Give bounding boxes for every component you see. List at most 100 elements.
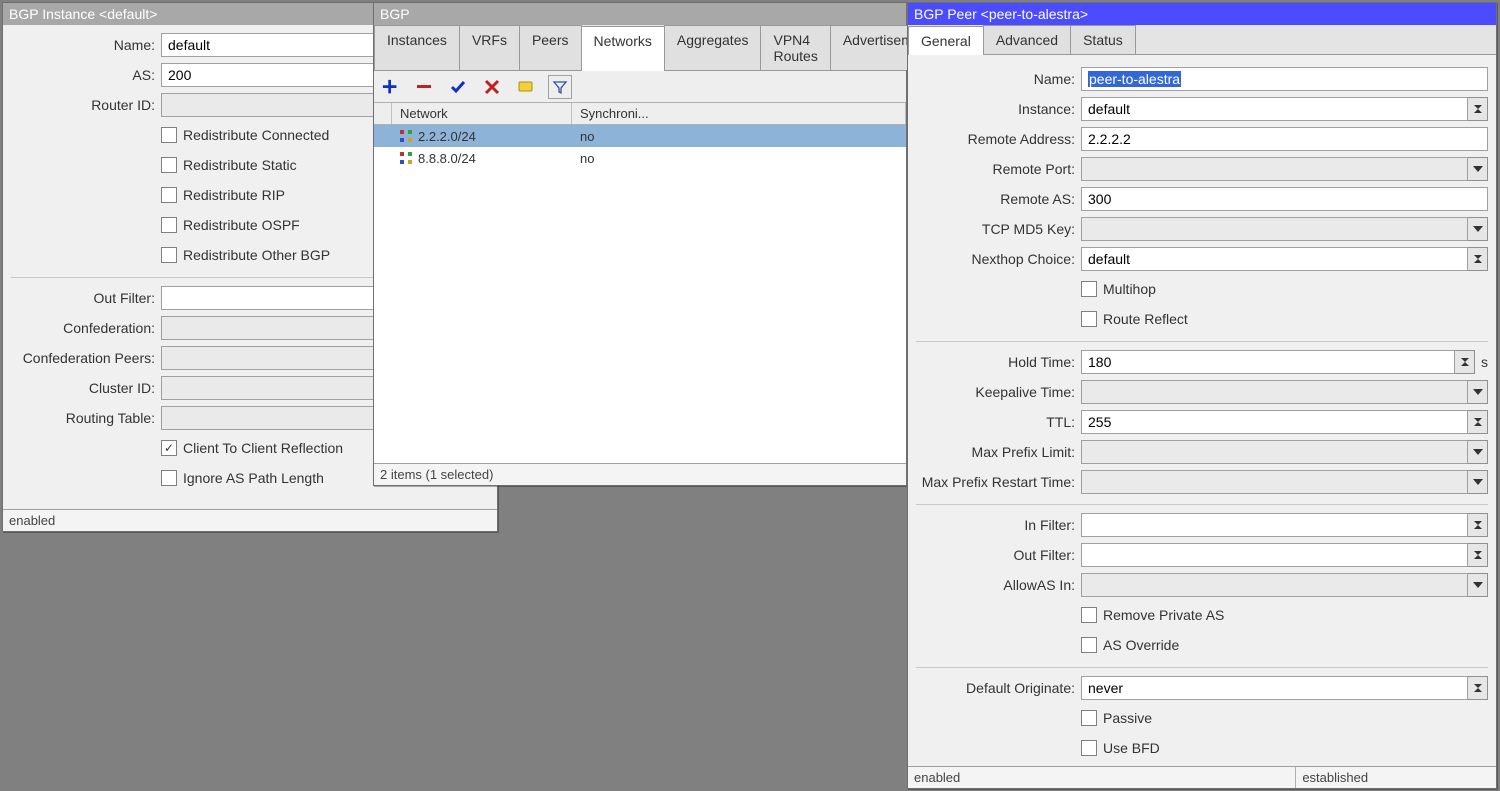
asoverride-label: AS Override: [1103, 637, 1179, 653]
label-hold: Hold Time:: [916, 354, 1081, 370]
nexthop-input[interactable]: [1081, 247, 1468, 271]
peer-status1: enabled: [908, 767, 1296, 788]
routereflect-check[interactable]: [1081, 311, 1097, 327]
redistribute-ospf-check[interactable]: [161, 217, 177, 233]
filter-button[interactable]: [548, 75, 572, 99]
tab-vrfs[interactable]: VRFs: [459, 25, 520, 70]
redistribute-rip-check[interactable]: [161, 187, 177, 203]
tab-peers[interactable]: Peers: [519, 25, 582, 70]
remote-port-input[interactable]: [1081, 157, 1468, 181]
c2c-check[interactable]: [161, 440, 177, 456]
routereflect-label: Route Reflect: [1103, 311, 1188, 327]
tab-networks[interactable]: Networks: [581, 26, 665, 71]
label-as: AS:: [11, 67, 161, 83]
ignas-check[interactable]: [161, 470, 177, 486]
label-cluster: Cluster ID:: [11, 380, 161, 396]
maxpref-input[interactable]: [1081, 440, 1468, 464]
md5-dd[interactable]: [1468, 217, 1488, 241]
table-row[interactable]: 8.8.8.0/24 no: [374, 147, 906, 169]
passive-label: Passive: [1103, 710, 1152, 726]
enable-button[interactable]: [446, 75, 470, 99]
ttl-input[interactable]: [1081, 410, 1468, 434]
deforig-dd[interactable]: [1468, 676, 1488, 700]
ttl-dd[interactable]: [1468, 410, 1488, 434]
keep-input[interactable]: [1081, 380, 1468, 404]
label-name: Name:: [11, 37, 161, 53]
tab-aggregates[interactable]: Aggregates: [664, 25, 762, 70]
multihop-check[interactable]: [1081, 281, 1097, 297]
deforig-input[interactable]: [1081, 676, 1468, 700]
outfilter2-dd[interactable]: [1468, 543, 1488, 567]
table-row[interactable]: 2.2.2.0/24 no: [374, 125, 906, 147]
networks-table[interactable]: Network Synchroni... 2.2.2.0/24 no 8.8.8…: [374, 103, 906, 463]
remote-addr-input[interactable]: [1081, 127, 1488, 151]
col-sync[interactable]: Synchroni...: [572, 103, 906, 124]
cell-network: 8.8.8.0/24: [418, 151, 476, 166]
redistribute-static-label: Redistribute Static: [183, 157, 297, 173]
cell-sync: no: [572, 129, 906, 144]
remote-as-input[interactable]: [1081, 187, 1488, 211]
label-allowas: AllowAS In:: [916, 577, 1081, 593]
maxprefrst-dd[interactable]: [1468, 470, 1488, 494]
label-maxpref: Max Prefix Limit:: [916, 444, 1081, 460]
allowas-dd[interactable]: [1468, 573, 1488, 597]
redistribute-connected-label: Redistribute Connected: [183, 127, 329, 143]
label-remote-addr: Remote Address:: [916, 131, 1081, 147]
seconds-suffix: s: [1481, 354, 1488, 370]
label-peer-name: Name:: [916, 71, 1081, 87]
passive-check[interactable]: [1081, 710, 1097, 726]
hold-input[interactable]: [1081, 350, 1455, 374]
comment-button[interactable]: [514, 75, 538, 99]
infilter-dd[interactable]: [1468, 513, 1488, 537]
hold-dd[interactable]: [1455, 350, 1475, 374]
maxpref-dd[interactable]: [1468, 440, 1488, 464]
cell-sync: no: [572, 151, 906, 166]
tab-instances[interactable]: Instances: [374, 25, 460, 70]
remove-private-check[interactable]: [1081, 607, 1097, 623]
redistribute-connected-check[interactable]: [161, 127, 177, 143]
redistribute-static-check[interactable]: [161, 157, 177, 173]
label-infilter: In Filter:: [916, 517, 1081, 533]
keep-dd[interactable]: [1468, 380, 1488, 404]
tab-general[interactable]: General: [908, 26, 984, 55]
redistribute-other-check[interactable]: [161, 247, 177, 263]
disable-button[interactable]: [480, 75, 504, 99]
outfilter2-input[interactable]: [1081, 543, 1468, 567]
label-routerid: Router ID:: [11, 97, 161, 113]
bfd-label: Use BFD: [1103, 740, 1160, 756]
label-maxprefrst: Max Prefix Restart Time:: [916, 474, 1081, 490]
remove-button[interactable]: [412, 75, 436, 99]
peer-instance-input[interactable]: [1081, 97, 1468, 121]
allowas-input[interactable]: [1081, 573, 1468, 597]
peer-name-input[interactable]: peer-to-alestra: [1081, 67, 1488, 91]
asoverride-check[interactable]: [1081, 637, 1097, 653]
label-confedpeers: Confederation Peers:: [11, 350, 161, 366]
label-ttl: TTL:: [916, 414, 1081, 430]
infilter-input[interactable]: [1081, 513, 1468, 537]
remote-port-dd[interactable]: [1468, 157, 1488, 181]
label-keep: Keepalive Time:: [916, 384, 1081, 400]
bgp-peer-window: BGP Peer <peer-to-alestra> General Advan…: [907, 2, 1497, 789]
col-network[interactable]: Network: [392, 103, 572, 124]
add-button[interactable]: [378, 75, 402, 99]
maxprefrst-input[interactable]: [1081, 470, 1468, 494]
network-icon: [400, 152, 412, 164]
peer-tabs: General Advanced Status: [908, 25, 1496, 55]
bfd-check[interactable]: [1081, 740, 1097, 756]
nexthop-dd[interactable]: [1468, 247, 1488, 271]
label-rtable: Routing Table:: [11, 410, 161, 426]
multihop-label: Multihop: [1103, 281, 1156, 297]
label-outfilter2: Out Filter:: [916, 547, 1081, 563]
bgp-status: 2 items (1 selected): [374, 463, 906, 485]
label-outfilter: Out Filter:: [11, 290, 161, 306]
label-confed: Confederation:: [11, 320, 161, 336]
network-icon: [400, 130, 412, 142]
md5-input[interactable]: [1081, 217, 1468, 241]
tab-status[interactable]: Status: [1070, 25, 1136, 54]
bgp-window: BGP Instances VRFs Peers Networks Aggreg…: [373, 2, 907, 486]
tab-vpn4[interactable]: VPN4 Routes: [760, 25, 830, 70]
tab-advanced[interactable]: Advanced: [983, 25, 1071, 54]
window-title: BGP: [374, 3, 906, 25]
peer-instance-dd[interactable]: [1468, 97, 1488, 121]
label-deforig: Default Originate:: [916, 680, 1081, 696]
